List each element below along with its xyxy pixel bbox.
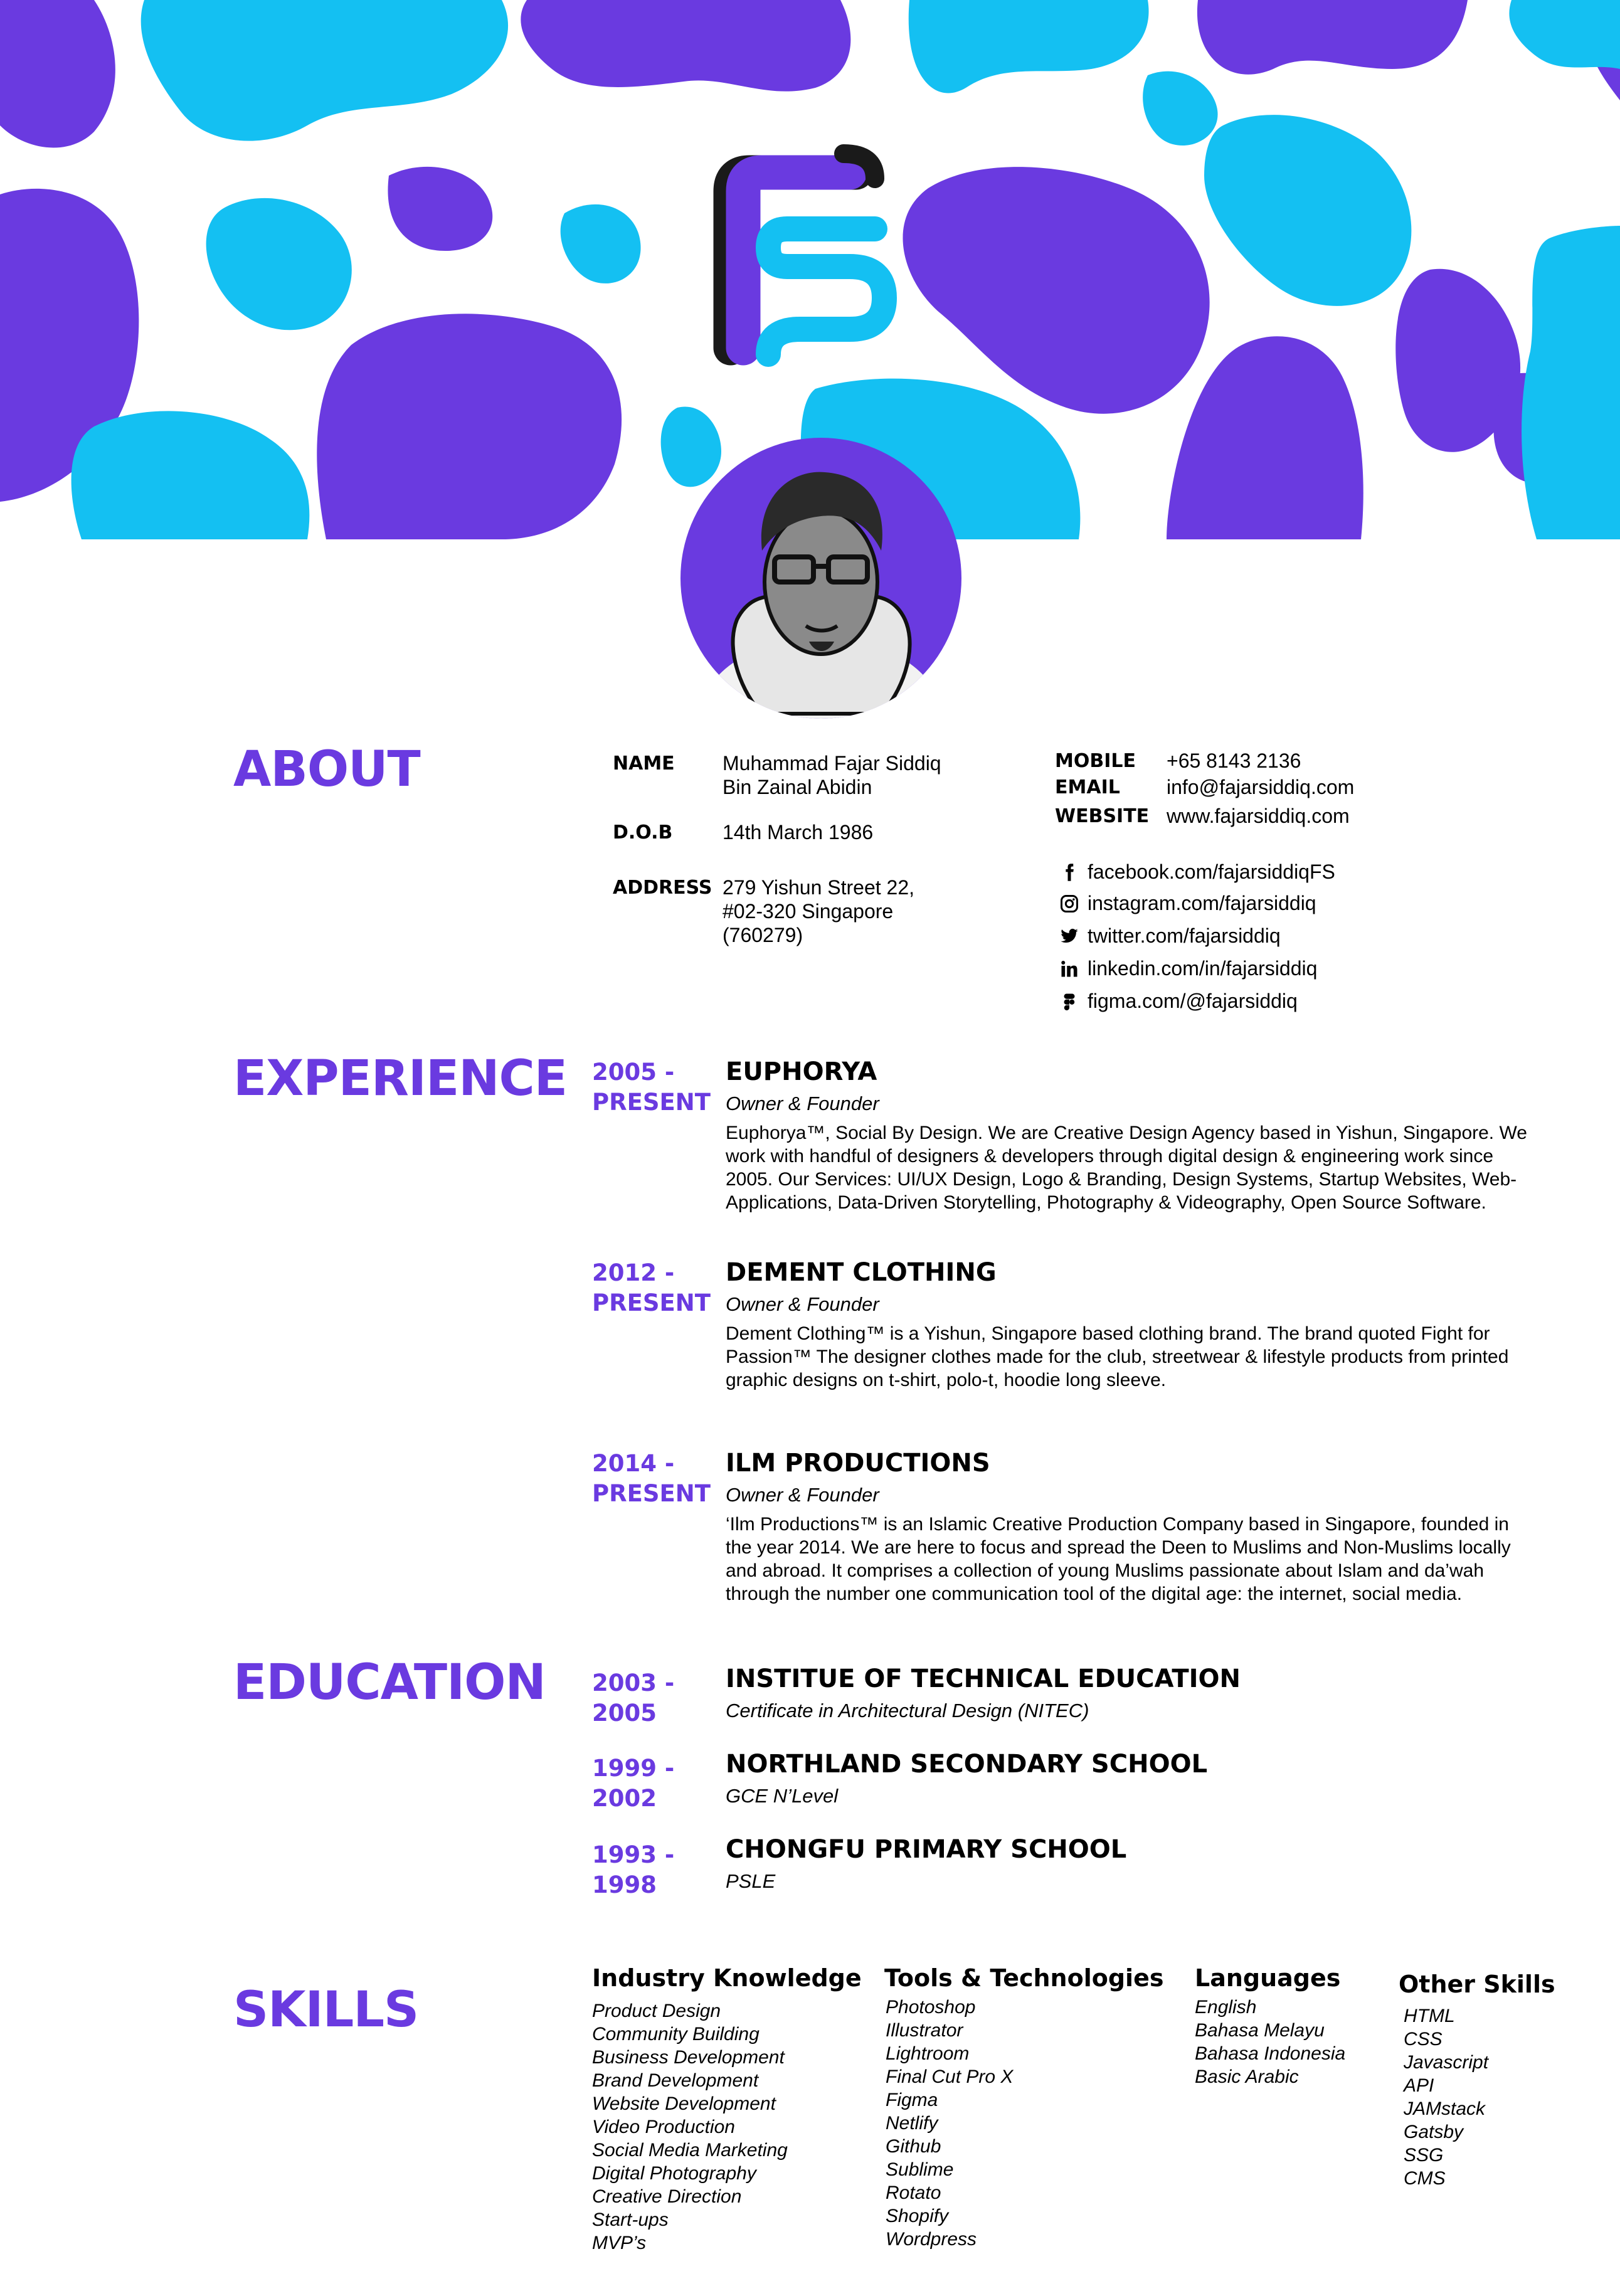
name-label: NAME: [613, 753, 675, 775]
list-item: Business Development: [592, 2047, 785, 2068]
list-item: API: [1404, 2075, 1434, 2096]
list-item: Figma: [886, 2090, 938, 2110]
list-item: Gatsby: [1404, 2122, 1464, 2142]
list-item: Illustrator: [886, 2020, 963, 2041]
address-label: ADDRESS: [613, 877, 712, 899]
skills-column-title: Other Skills: [1399, 1971, 1555, 1998]
list-item: Community Building: [592, 2024, 760, 2045]
education-school: CHONGFU PRIMARY SCHOOL: [726, 1835, 1127, 1864]
email-label: EMAIL: [1055, 776, 1120, 798]
list-item: JAMstack: [1404, 2098, 1486, 2119]
list-item: MVP’s: [592, 2233, 647, 2253]
social-instagram-text: instagram.com/fajarsiddiq: [1088, 892, 1316, 914]
experience-role: Owner & Founder: [726, 1092, 879, 1114]
list-item: Photoshop: [886, 1997, 976, 2018]
list-item: Social Media Marketing: [592, 2140, 788, 2161]
experience-heading: EXPERIENCE: [233, 1050, 568, 1107]
education-detail: Certificate in Architectural Design (NIT…: [726, 1700, 1089, 1722]
experience-years: 2012 - PRESENT: [592, 1259, 711, 1316]
skills-column-title: Tools & Technologies: [884, 1964, 1164, 1992]
education-detail: PSLE: [726, 1870, 776, 1892]
education-school: NORTHLAND SECONDARY SCHOOL: [726, 1750, 1208, 1779]
list-item: Start-ups: [592, 2209, 669, 2230]
email-value[interactable]: info@fajarsiddiq.com: [1167, 775, 1354, 799]
skills-heading: SKILLS: [233, 1982, 419, 2038]
avatar: [680, 438, 961, 719]
list-item: Digital Photography: [592, 2163, 756, 2184]
list-item: SSG: [1404, 2145, 1444, 2166]
list-item: Rotato: [886, 2182, 941, 2203]
mobile-label: MOBILE: [1055, 750, 1136, 772]
list-item: Final Cut Pro X: [886, 2066, 1014, 2087]
list-item: Website Development: [592, 2093, 776, 2114]
skills-list: Product Design Community Building Busine…: [592, 1999, 788, 2255]
social-figma[interactable]: figma.com/@fajarsiddiq: [1060, 990, 1298, 1013]
list-item: Shopify: [886, 2206, 949, 2226]
social-linkedin[interactable]: linkedin.com/in/fajarsiddiq: [1060, 957, 1317, 980]
linkedin-icon: [1061, 960, 1077, 976]
education-heading: EDUCATION: [233, 1654, 546, 1711]
experience-company: EUPHORYA: [726, 1057, 877, 1086]
list-item: Brand Development: [592, 2070, 759, 2091]
list-item: Lightroom: [886, 2043, 970, 2064]
website-label: WEBSITE: [1055, 805, 1150, 827]
social-facebook[interactable]: facebook.com/fajarsiddiqFS: [1060, 860, 1335, 884]
portrait-illustration: [702, 472, 940, 719]
name-value: Muhammad Fajar Siddiq Bin Zainal Abidin: [723, 752, 941, 798]
experience-description: ‘Ilm Productions™ is an Islamic Creative…: [726, 1514, 1511, 1604]
experience-company: DEMENT CLOTHING: [726, 1258, 997, 1287]
list-item: Sublime: [886, 2159, 954, 2180]
figma-icon: [1064, 993, 1075, 1010]
website-value[interactable]: www.fajarsiddiq.com: [1167, 804, 1350, 828]
list-item: Netlify: [886, 2113, 938, 2134]
skills-column-title: Industry Knowledge: [592, 1964, 862, 1992]
list-item: Github: [886, 2136, 941, 2157]
experience-company: ILM PRODUCTIONS: [726, 1449, 990, 1478]
list-item: Wordpress: [886, 2229, 977, 2250]
skills-list: English Bahasa Melayu Bahasa Indonesia B…: [1195, 1996, 1345, 2088]
education-years: 2003 - 2005: [592, 1669, 675, 1727]
education-school: INSTITUE OF TECHNICAL EDUCATION: [726, 1664, 1241, 1693]
experience-role: Owner & Founder: [726, 1293, 879, 1315]
social-linkedin-text: linkedin.com/in/fajarsiddiq: [1088, 957, 1318, 980]
social-twitter[interactable]: twitter.com/fajarsiddiq: [1060, 924, 1281, 948]
education-detail: GCE N’Level: [726, 1785, 839, 1807]
social-twitter-text: twitter.com/fajarsiddiq: [1088, 924, 1281, 947]
skills-column-title: Languages: [1195, 1964, 1341, 1992]
list-item: Creative Direction: [592, 2186, 742, 2207]
skills-list: Photoshop Illustrator Lightroom Final Cu…: [886, 1996, 1013, 2251]
mobile-value: +65 8143 2136: [1167, 749, 1301, 772]
instagram-icon: [1061, 894, 1078, 913]
list-item: CMS: [1404, 2168, 1446, 2189]
dob-value: 14th March 1986: [723, 821, 874, 844]
list-item: Bahasa Indonesia: [1195, 2043, 1346, 2064]
list-item: Product Design: [592, 2001, 721, 2021]
list-item: Basic Arabic: [1195, 2066, 1299, 2087]
experience-role: Owner & Founder: [726, 1484, 879, 1506]
about-heading: ABOUT: [233, 741, 421, 798]
list-item: CSS: [1404, 2029, 1443, 2050]
list-item: Video Production: [592, 2117, 735, 2137]
address-value: 279 Yishun Street 22, #02-320 Singapore …: [723, 876, 914, 946]
education-years: 1993 - 1998: [592, 1841, 675, 1898]
experience-description: Dement Clothing™ is a Yishun, Singapore …: [726, 1323, 1509, 1390]
fs-monogram-logo: [713, 144, 897, 367]
facebook-icon: [1066, 863, 1074, 881]
list-item: English: [1195, 1997, 1257, 2018]
twitter-icon: [1061, 928, 1078, 943]
social-figma-text: figma.com/@fajarsiddiq: [1088, 990, 1298, 1012]
experience-years: 2014 - PRESENT: [592, 1450, 711, 1507]
experience-description: Euphorya™, Social By Design. We are Crea…: [726, 1123, 1527, 1213]
dob-label: D.O.B: [613, 822, 673, 844]
education-years: 1999 - 2002: [592, 1755, 675, 1812]
list-item: Javascript: [1404, 2052, 1489, 2073]
skills-list: HTML CSS Javascript API JAMstack Gatsby …: [1404, 2004, 1488, 2190]
social-facebook-text: facebook.com/fajarsiddiqFS: [1088, 860, 1335, 883]
list-item: HTML: [1404, 2006, 1455, 2026]
list-item: Bahasa Melayu: [1195, 2020, 1325, 2041]
social-instagram[interactable]: instagram.com/fajarsiddiq: [1060, 892, 1316, 915]
experience-years: 2005 - PRESENT: [592, 1059, 711, 1116]
